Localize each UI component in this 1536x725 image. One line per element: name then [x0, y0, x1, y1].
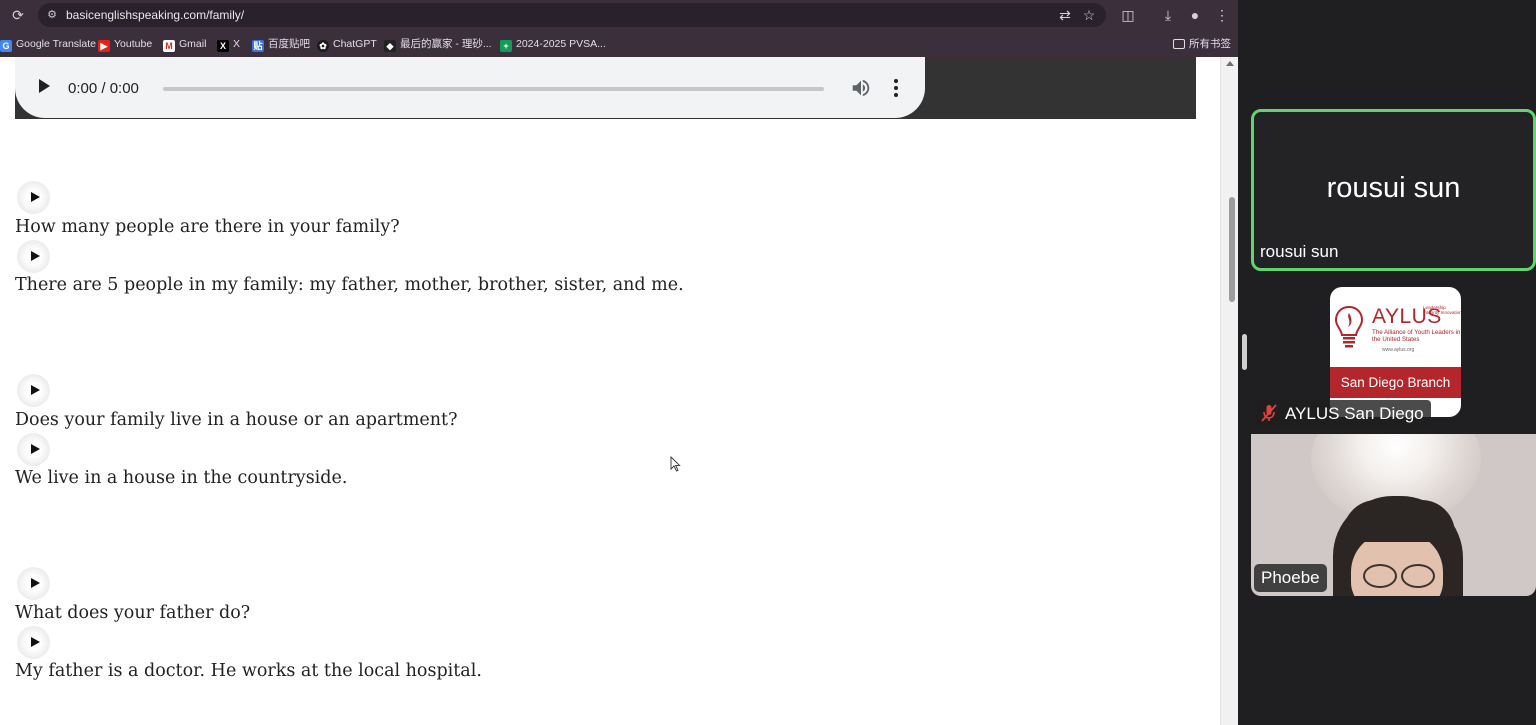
bookmark-star-icon[interactable]: ☆: [1080, 7, 1098, 23]
answer-text: We live in a house in the countryside.: [15, 468, 348, 488]
scroll-up-icon[interactable]: [1226, 61, 1234, 66]
browser-window: ⟳ ⚙ basicenglishspeaking.com/family/ ⇄ ☆…: [0, 0, 1238, 725]
bookmark-label: Youtube: [114, 38, 153, 50]
all-bookmarks-label: 所有书签: [1189, 38, 1231, 50]
bookmark-gmail[interactable]: M Gmail: [163, 36, 206, 52]
page-content: 0:00 / 0:00 How many people are there in…: [0, 57, 1220, 725]
audio-progress-track[interactable]: [163, 87, 824, 91]
scrollbar-thumb[interactable]: [1229, 197, 1235, 302]
aylus-website: www.aylus.org: [1382, 347, 1415, 353]
bookmark-label: X: [233, 38, 241, 50]
participant-tile-phoebe[interactable]: Phoebe: [1251, 434, 1536, 596]
folder-icon: [1173, 39, 1185, 49]
all-bookmarks-folder[interactable]: 所有书签: [1173, 36, 1231, 52]
participant-name-tag: rousui sun: [1260, 242, 1339, 261]
answer-text: There are 5 people in my family: my fath…: [15, 275, 684, 295]
menu-kebab-icon[interactable]: ⋮: [1213, 7, 1231, 23]
participant-display-name: rousui sun: [1326, 172, 1461, 204]
bookmark-label: Gmail: [179, 38, 207, 50]
participant-name: AYLUS San Diego: [1285, 404, 1424, 423]
answer-play-button[interactable]: [17, 240, 50, 273]
gmail-icon: M: [163, 40, 175, 52]
sheets-icon: +: [500, 40, 512, 52]
aylus-branch-label: San Diego Branch: [1330, 367, 1461, 398]
video-person-glasses-right: [1401, 564, 1435, 588]
bookmark-label: 2024-2025 PVSA...: [516, 38, 606, 50]
bookmark-pvsa[interactable]: +2024-2025 PVSA...: [500, 36, 606, 52]
mouse-cursor-icon: [670, 456, 681, 472]
url-text: basicenglishspeaking.com/family/: [66, 8, 245, 22]
participant-name-tag: Phoebe: [1254, 564, 1327, 592]
participant-tile-aylus[interactable]: AYLUS Leadership Integrity Innovation Th…: [1251, 272, 1536, 432]
question-text: What does your father do?: [15, 603, 251, 623]
answer-text: My father is a doctor. He works at the l…: [15, 661, 482, 681]
baidu-tieba-icon: 贴: [252, 40, 264, 52]
chatgpt-icon: ✿: [317, 40, 329, 52]
x-icon: X: [217, 40, 229, 52]
profile-avatar-icon[interactable]: ●: [1186, 7, 1204, 23]
question-play-button[interactable]: [17, 374, 50, 407]
bookmark-label: 百度贴吧: [268, 38, 310, 50]
bookmark-chatgpt[interactable]: ✿ ChatGPT: [317, 36, 377, 52]
page-scrollbar[interactable]: [1220, 57, 1238, 725]
bookmark-label: Google Translate: [16, 38, 96, 50]
aylus-logo: AYLUS Leadership Integrity Innovation Th…: [1330, 287, 1461, 417]
answer-play-button[interactable]: [17, 626, 50, 659]
lightbulb-flame-icon: [1334, 305, 1364, 348]
question-text: Does your family live in a house or an a…: [15, 410, 458, 430]
play-icon[interactable]: [39, 79, 50, 93]
participant-tile-rousui[interactable]: rousui sun rousui sun: [1251, 109, 1536, 271]
bookmark-x[interactable]: XX: [217, 36, 240, 52]
audio-player[interactable]: 0:00 / 0:00: [15, 57, 925, 118]
more-options-icon[interactable]: [893, 78, 899, 98]
browser-toolbar: ⟳ ⚙ basicenglishspeaking.com/family/ ⇄ ☆…: [0, 0, 1238, 30]
address-bar[interactable]: ⚙ basicenglishspeaking.com/family/: [38, 3, 1106, 27]
aylus-subtitle: The Alliance of Youth Leaders in the Uni…: [1372, 329, 1461, 343]
youtube-icon: ▶: [98, 40, 110, 52]
bookmark-baidu-tieba[interactable]: 贴百度贴吧: [252, 36, 310, 52]
extensions-icon[interactable]: ◫: [1119, 7, 1137, 23]
download-icon[interactable]: ⤓: [1159, 7, 1177, 23]
question-play-button[interactable]: [17, 181, 50, 214]
video-person-glasses-left: [1363, 564, 1397, 588]
translate-page-icon[interactable]: ⇄: [1056, 7, 1074, 23]
bookmark-label: ChatGPT: [333, 38, 377, 50]
site-settings-icon[interactable]: ⚙: [44, 7, 60, 23]
bookmarks-bar: G Google Translate ▶ Youtube M Gmail XX 贴百度…: [0, 30, 1238, 57]
panel-resize-handle[interactable]: [1242, 334, 1247, 370]
bookmark-site[interactable]: ◆ 最后的赢家 - 理砂...: [384, 36, 492, 52]
audio-time: 0:00 / 0:00: [68, 80, 139, 97]
bookmark-youtube[interactable]: ▶ Youtube: [98, 36, 152, 52]
muted-mic-icon: [1261, 404, 1277, 422]
aylus-tagline: Leadership Integrity Innovation: [1423, 305, 1461, 315]
bookmark-label: 最后的赢家 - 理砂...: [400, 38, 492, 50]
video-person-bangs: [1343, 500, 1455, 542]
google-translate-icon: G: [0, 40, 12, 52]
reload-icon[interactable]: ⟳: [9, 7, 27, 23]
question-text: How many people are there in your family…: [15, 217, 400, 237]
bookmark-google-translate[interactable]: G Google Translate: [0, 36, 96, 52]
question-play-button[interactable]: [17, 567, 50, 600]
volume-icon[interactable]: [850, 77, 872, 99]
participant-name-tag: AYLUS San Diego: [1255, 400, 1431, 427]
answer-play-button[interactable]: [17, 433, 50, 466]
site-icon: ◆: [384, 40, 396, 52]
